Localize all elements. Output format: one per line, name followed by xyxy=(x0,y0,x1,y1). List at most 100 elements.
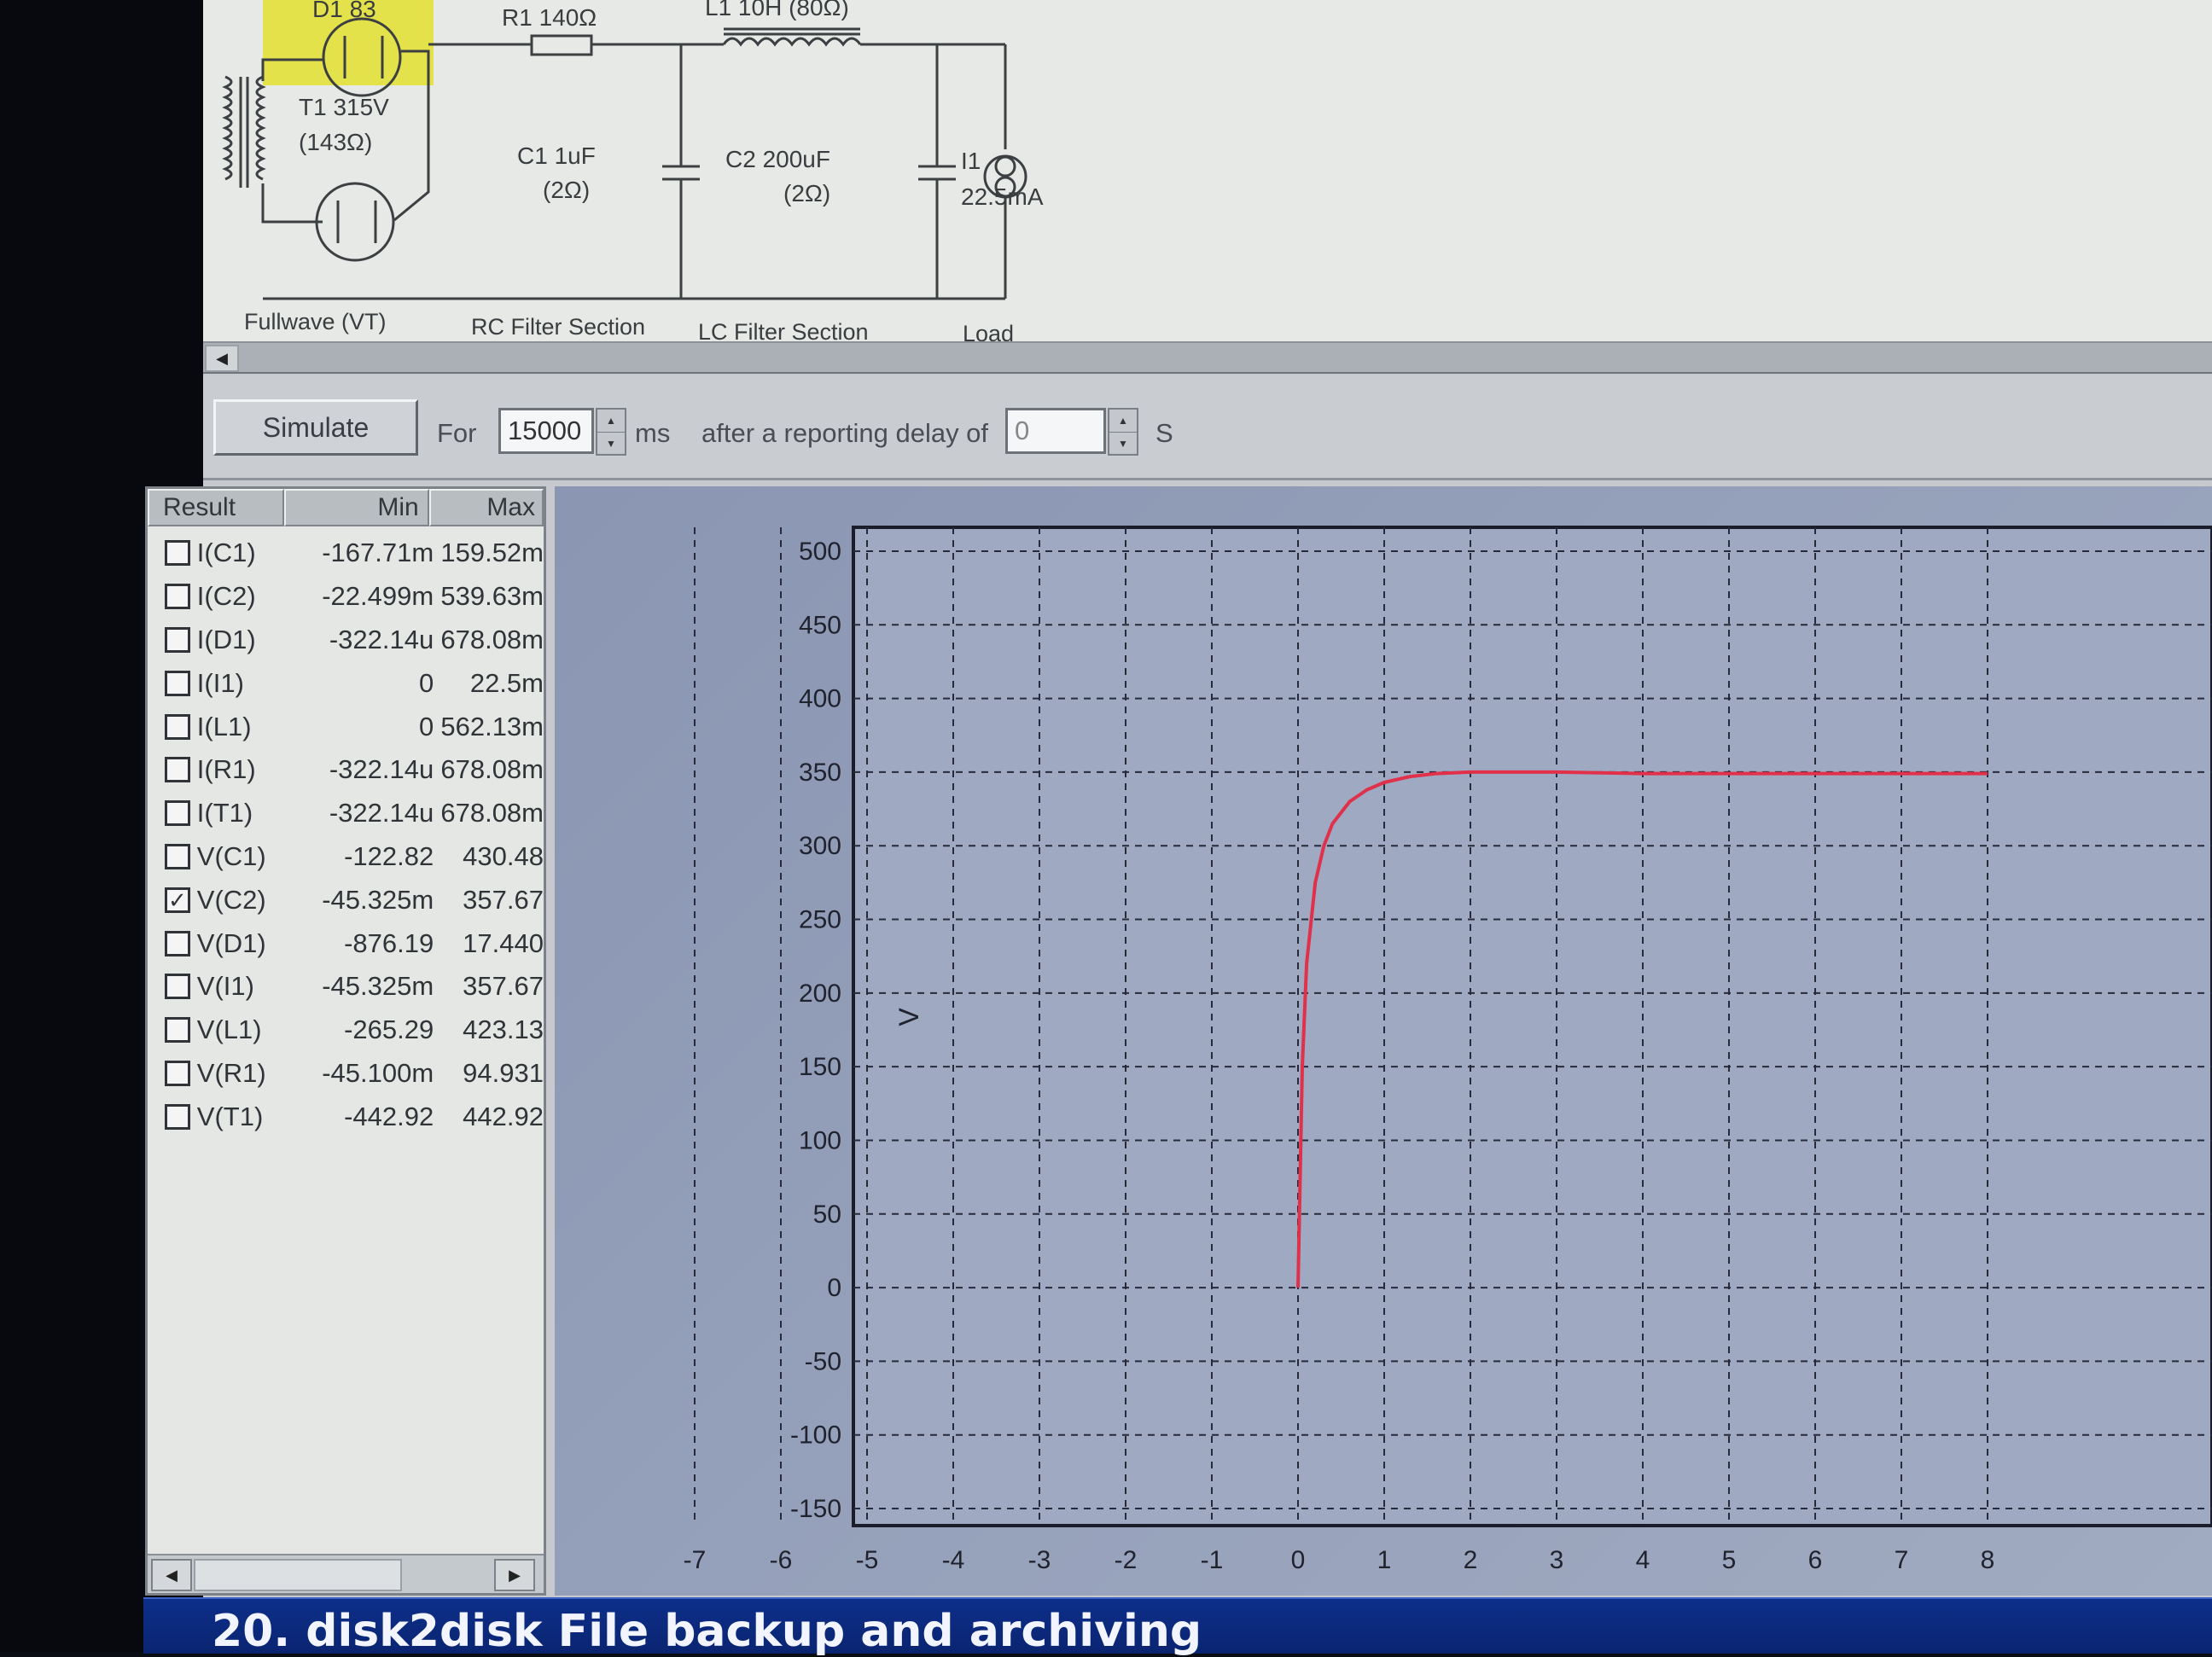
result-name: V(C1) xyxy=(196,840,266,871)
duration-spinner[interactable]: ▲ ▼ xyxy=(596,408,626,456)
x-tick-label: -7 xyxy=(684,1546,707,1574)
schematic-scrollbar[interactable]: ◀ xyxy=(203,341,2212,374)
header-max[interactable]: Max xyxy=(428,489,544,526)
label-c2: C2 200uF xyxy=(725,146,830,172)
result-checkbox[interactable] xyxy=(165,843,190,869)
x-tick-label: 5 xyxy=(1722,1546,1737,1574)
table-row[interactable]: V(I1) -45.325m 357.67 xyxy=(148,965,544,1009)
table-row[interactable]: I(T1) -322.14u 678.08m xyxy=(148,792,544,835)
delay-input[interactable] xyxy=(1005,408,1106,454)
scroll-thumb[interactable] xyxy=(194,1559,402,1591)
y-tick-label: 350 xyxy=(799,759,841,787)
simulate-button[interactable]: Simulate xyxy=(213,399,418,456)
delay-spinner[interactable]: ▲ ▼ xyxy=(1108,408,1138,456)
table-row[interactable]: I(D1) -322.14u 678.08m xyxy=(148,619,544,662)
y-tick-label: 400 xyxy=(799,685,841,713)
table-row[interactable]: V(T1) -442.92 442.92 xyxy=(148,1095,544,1138)
result-checkbox[interactable] xyxy=(165,1060,190,1086)
y-tick-label: 150 xyxy=(799,1053,841,1081)
taskbar-banner: 20. disk2disk File backup and archiving xyxy=(143,1597,2212,1657)
result-max: 159.52m xyxy=(440,538,544,568)
results-panel: Result Min Max I(C1) -167.71m 159.52m I(C2)… xyxy=(145,486,546,1596)
application-window: D1 83 R1 140Ω L1 10H (80Ω) T1 315V (143Ω… xyxy=(143,0,2212,1657)
simulation-toolbar: Simulate For ▲▼ ms after a reporting del… xyxy=(203,375,2212,480)
x-tick-label: -3 xyxy=(1028,1546,1051,1574)
table-row[interactable]: V(D1) -876.19 17.440 xyxy=(148,922,544,965)
result-name: V(D1) xyxy=(196,927,266,958)
result-checkbox[interactable] xyxy=(165,974,190,1000)
header-result[interactable]: Result xyxy=(148,489,284,526)
y-tick-label: 200 xyxy=(799,980,841,1008)
result-min: -45.325m xyxy=(322,884,434,915)
result-max: 430.48 xyxy=(463,840,544,871)
y-tick-label: 0 xyxy=(827,1274,841,1302)
y-tick-label: -150 xyxy=(790,1495,841,1523)
result-max: 423.13 xyxy=(463,1015,544,1045)
table-row[interactable]: I(L1) 0 562.13m xyxy=(148,705,544,748)
table-row[interactable]: I(C2) -22.499m 539.63m xyxy=(148,575,544,619)
chart-panel: -7 -6 -5 -4 -3 -2 -1 0 1 2 3 4 5 6 7 8 500 450 400 350 300 25… xyxy=(555,486,2212,1596)
results-scrollbar[interactable]: ◀ ▶ xyxy=(148,1554,544,1593)
result-checkbox[interactable] xyxy=(165,540,190,567)
result-checkbox[interactable] xyxy=(165,800,190,827)
label-t1-resistance: (143Ω) xyxy=(299,129,372,155)
result-max: 17.440 xyxy=(463,927,544,958)
result-name: I(T1) xyxy=(196,798,253,828)
label-d1: D1 83 xyxy=(312,0,376,22)
duration-input[interactable] xyxy=(498,408,594,454)
ms-label: ms xyxy=(635,418,671,448)
x-tick-label: 4 xyxy=(1636,1546,1650,1574)
result-checkbox[interactable] xyxy=(165,584,190,610)
result-max: 94.931 xyxy=(463,1057,544,1088)
y-tick-label: -100 xyxy=(790,1422,841,1450)
schematic-drawing: D1 83 R1 140Ω L1 10H (80Ω) T1 315V (143Ω… xyxy=(222,0,1044,341)
label-i1-current: 22.5mA xyxy=(961,183,1044,210)
result-min: -167.71m xyxy=(322,538,434,568)
table-row[interactable]: I(I1) 0 22.5m xyxy=(148,661,544,705)
x-tick-label: 6 xyxy=(1808,1546,1823,1574)
result-checkbox[interactable] xyxy=(165,930,190,956)
result-name: I(C1) xyxy=(196,538,256,568)
result-checkbox[interactable] xyxy=(165,670,190,696)
table-row[interactable]: V(L1) -265.29 423.13 xyxy=(148,1009,544,1052)
result-checkbox[interactable] xyxy=(165,1017,190,1044)
transformer-icon xyxy=(222,75,266,188)
scroll-right-icon[interactable]: ▶ xyxy=(494,1559,535,1591)
result-name: I(D1) xyxy=(196,624,256,654)
y-tick-label: -50 xyxy=(805,1347,841,1375)
plot-area xyxy=(852,526,2212,1527)
scroll-left-icon[interactable]: ◀ xyxy=(205,345,239,372)
y-tick-label: 300 xyxy=(799,832,841,860)
spin-down-icon[interactable]: ▼ xyxy=(1109,433,1137,456)
y-axis-label: V xyxy=(894,1008,924,1026)
table-row[interactable]: I(C1) -167.71m 159.52m xyxy=(148,532,544,575)
x-tick-label: 0 xyxy=(1291,1546,1306,1574)
result-min: 0 xyxy=(418,711,434,741)
result-max: 22.5m xyxy=(469,667,544,698)
result-min: -442.92 xyxy=(344,1101,434,1131)
scroll-left-icon[interactable]: ◀ xyxy=(151,1559,192,1591)
result-checkbox[interactable] xyxy=(165,1103,190,1130)
result-checkbox[interactable]: ✓ xyxy=(165,887,190,913)
result-checkbox[interactable] xyxy=(165,626,190,653)
spin-down-icon[interactable]: ▼ xyxy=(597,433,625,456)
spin-up-icon[interactable]: ▲ xyxy=(1109,410,1137,433)
x-tick-label: -5 xyxy=(856,1546,879,1574)
result-min: -876.19 xyxy=(344,927,434,958)
header-min[interactable]: Min xyxy=(283,489,429,526)
result-checkbox[interactable] xyxy=(165,757,190,783)
table-row[interactable]: V(R1) -45.100m 94.931 xyxy=(148,1052,544,1096)
results-header: Result Min Max xyxy=(148,489,544,526)
table-row[interactable]: V(C1) -122.82 430.48 xyxy=(148,835,544,879)
result-name: I(R1) xyxy=(196,754,256,785)
result-name: I(L1) xyxy=(196,711,252,741)
section-rc-filter: RC Filter Section xyxy=(471,314,645,340)
x-tick-label: 1 xyxy=(1377,1546,1392,1574)
result-min: -322.14u xyxy=(329,798,434,828)
result-min: -45.325m xyxy=(322,971,434,1002)
table-row[interactable]: I(R1) -322.14u 678.08m xyxy=(148,748,544,792)
table-row[interactable]: ✓ V(C2) -45.325m 357.67 xyxy=(148,878,544,922)
result-checkbox[interactable] xyxy=(165,713,190,740)
spin-up-icon[interactable]: ▲ xyxy=(597,410,625,433)
result-name: V(R1) xyxy=(196,1057,266,1088)
